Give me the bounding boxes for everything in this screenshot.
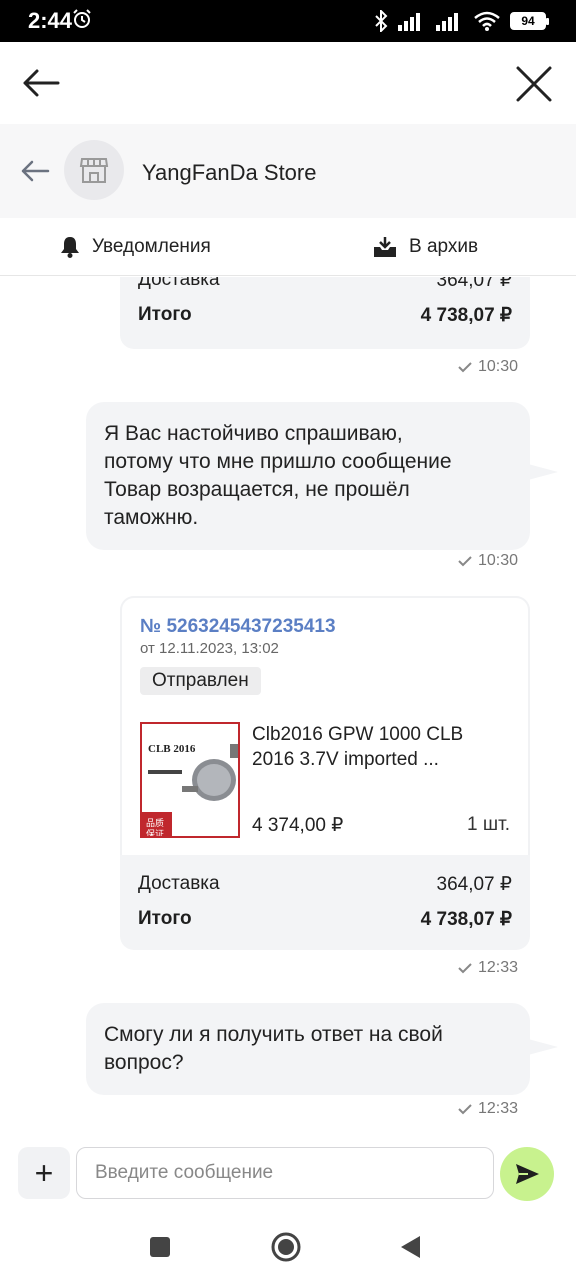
order-card[interactable]: № 5263245437235413 от 12.11.2023, 13:02 … [120, 596, 530, 950]
message-time: 12:33 [458, 1100, 518, 1118]
triangle-back-icon [401, 1236, 420, 1258]
delivery-row: Доставка 364,07 ₽ [138, 873, 512, 895]
check-icon [458, 963, 472, 974]
order-card-partial[interactable]: Доставка 364,07 ₽ Итого 4 738,07 ₽ [120, 277, 530, 349]
product-name[interactable]: Clb2016 GPW 1000 CLB 2016 3.7V imported … [252, 722, 492, 772]
status-bar: 2:44 94 [0, 0, 576, 42]
svg-text:保证: 保证 [146, 828, 164, 838]
plus-icon: + [34, 1154, 54, 1191]
bell-icon [61, 237, 79, 258]
message-time: 10:30 [458, 358, 518, 376]
home-button[interactable] [270, 1231, 302, 1263]
close-icon [516, 66, 552, 102]
top-bar [0, 42, 576, 124]
product-image[interactable]: CLB 2016 品质 保证 [140, 722, 240, 838]
square-icon [150, 1237, 170, 1257]
total-row: Итого 4 738,07 ₽ [138, 304, 512, 326]
message-bubble[interactable]: Смогу ли я получить ответ на свой вопрос… [86, 1003, 530, 1095]
send-icon [516, 1164, 539, 1184]
arrow-left-icon [21, 160, 50, 182]
system-nav-bar [0, 1215, 576, 1280]
attach-button[interactable]: + [18, 1147, 70, 1199]
message-line: Я Вас настойчиво спрашиваю, [104, 422, 403, 445]
store-back-button[interactable] [18, 156, 52, 186]
wifi-icon [474, 11, 500, 31]
archive-button[interactable]: В архив [373, 218, 478, 276]
bubble-tail [528, 464, 558, 480]
battery-indicator: 94 [510, 12, 549, 30]
chat-area[interactable]: Доставка 364,07 ₽ Итого 4 738,07 ₽ 10:30… [0, 277, 576, 1137]
bluetooth-icon [375, 10, 388, 32]
message-line: Смогу ли я получить ответ на свой [104, 1023, 443, 1046]
close-button[interactable] [512, 62, 556, 106]
message-bubble[interactable]: Я Вас настойчиво спрашиваю, потому что м… [86, 402, 530, 550]
notifications-button[interactable]: Уведомления [60, 218, 211, 276]
message-input[interactable] [76, 1147, 494, 1199]
store-avatar[interactable] [64, 140, 124, 200]
message-line: вопрос? [104, 1051, 184, 1074]
message-time: 12:33 [458, 959, 518, 977]
order-number[interactable]: № 5263245437235413 [140, 616, 510, 638]
bubble-tail [528, 1039, 558, 1055]
svg-text:品质: 品质 [146, 817, 164, 829]
svg-text:CLB 2016: CLB 2016 [148, 743, 196, 755]
signal-icon-2 [436, 13, 458, 31]
order-details: № 5263245437235413 от 12.11.2023, 13:02 … [120, 596, 530, 855]
message-line: таможню. [104, 506, 199, 529]
message-line: Товар возращается, не прошёл [104, 478, 410, 501]
check-icon [458, 1104, 472, 1115]
order-status-badge: Отправлен [140, 667, 261, 695]
notifications-label: Уведомления [92, 236, 211, 257]
delivery-row: Доставка 364,07 ₽ [138, 277, 512, 291]
send-button[interactable] [500, 1147, 554, 1201]
archive-icon [374, 237, 396, 257]
product-price: 4 374,00 ₽ [252, 815, 344, 836]
message-composer: + [0, 1137, 576, 1215]
product-quantity: 1 шт. [467, 814, 510, 835]
battery-product-picture: CLB 2016 品质 保证 [142, 724, 238, 838]
alarm-icon [73, 9, 91, 28]
actions-bar: Уведомления В архив [0, 218, 576, 276]
arrow-left-icon [23, 69, 60, 97]
signal-icon [398, 13, 420, 31]
store-header: YangFanDa Store [0, 124, 576, 218]
store-icon [79, 158, 109, 183]
total-row: Итого 4 738,07 ₽ [138, 908, 512, 930]
message-time: 10:30 [458, 552, 518, 570]
message-line: потому что мне пришло сообщение [104, 450, 452, 473]
back-button[interactable] [20, 62, 62, 104]
archive-label: В архив [409, 236, 479, 257]
recents-button[interactable] [144, 1231, 176, 1263]
order-date: от 12.11.2023, 13:02 [140, 640, 279, 657]
status-time: 2:44 [28, 8, 73, 33]
check-icon [458, 362, 472, 373]
circle-icon [271, 1232, 301, 1262]
back-nav-button[interactable] [394, 1231, 426, 1263]
check-icon [458, 556, 472, 567]
store-name[interactable]: YangFanDa Store [142, 160, 316, 186]
